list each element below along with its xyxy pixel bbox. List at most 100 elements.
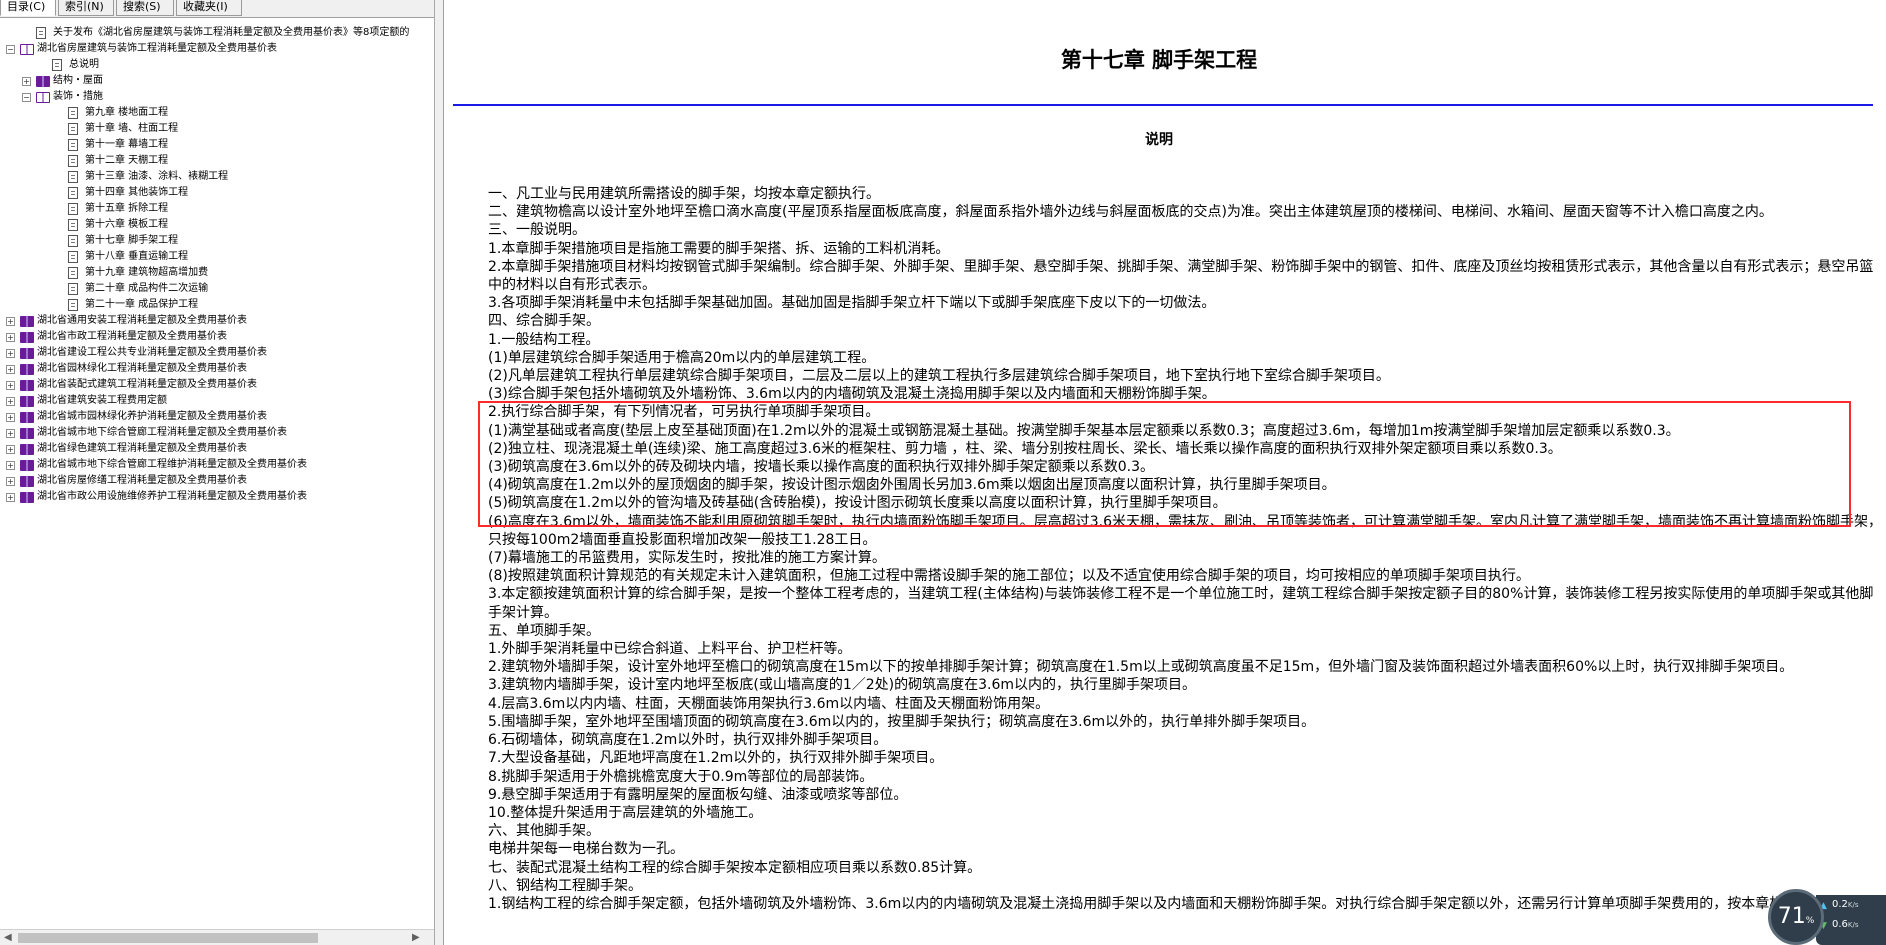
expand-icon[interactable]: +: [6, 365, 15, 374]
expand-icon[interactable]: +: [6, 333, 15, 342]
doc-paragraph: (4)砌筑高度在1.2m以外的屋顶烟囱的脚手架，按设计图示烟囱外围周长另加3.6…: [488, 477, 1336, 494]
tree-item[interactable]: − 湖北省房屋建筑与装饰工程消耗量定额及全费用基价表: [0, 41, 434, 57]
tree-item[interactable]: 第二十一章 成品保护工程: [0, 297, 434, 313]
tree-item[interactable]: 第十九章 建筑物超高增加费: [0, 265, 434, 281]
tree-item[interactable]: 总说明: [0, 57, 434, 73]
document-icon: [52, 59, 62, 71]
tab-3[interactable]: 收藏夹(I): [176, 0, 242, 16]
expand-icon[interactable]: +: [6, 317, 15, 326]
tree-item[interactable]: 第十五章 拆除工程: [0, 201, 434, 217]
expand-icon[interactable]: +: [6, 445, 15, 454]
tab-2[interactable]: 搜索(S): [116, 0, 174, 16]
document-icon: [68, 155, 78, 167]
expand-icon[interactable]: +: [22, 77, 31, 86]
tree-item-label: 湖北省房屋建筑与装饰工程消耗量定额及全费用基价表: [37, 43, 277, 54]
tree-item-label: 结构・屋面: [53, 75, 103, 86]
upload-rate: 0.2K/s: [1832, 899, 1859, 910]
open-book-icon: [20, 44, 34, 55]
document-icon: [68, 107, 78, 119]
tree-item[interactable]: 第十八章 垂直运输工程: [0, 249, 434, 265]
document-icon: [68, 299, 78, 311]
doc-paragraph: 七、装配式混凝土结构工程的综合脚手架按本定额相应项目乘以系数0.85计算。: [488, 859, 982, 876]
expand-icon[interactable]: +: [6, 397, 15, 406]
tree-item[interactable]: + 湖北省绿色建筑工程消耗量定额及全费用基价表: [0, 441, 434, 457]
document-icon: [68, 251, 78, 263]
tree-item[interactable]: + 结构・屋面: [0, 73, 434, 89]
doc-paragraph: (2)凡单层建筑工程执行单层建筑综合脚手架项目，二层及二层以上的建筑工程执行多层…: [488, 368, 1390, 385]
tree-item[interactable]: + 湖北省建设工程公共专业消耗量定额及全费用基价表: [0, 345, 434, 361]
doc-paragraph: (7)幕墙施工的吊篮费用，实际发生时，按批准的施工方案计算。: [488, 550, 886, 567]
scroll-left-icon[interactable]: ◀: [4, 932, 12, 943]
doc-paragraph: 2.本章脚手架措施项目材料均按钢管式脚手架编制。综合脚手架、外脚手架、里脚手架、…: [488, 258, 1874, 294]
tab-1[interactable]: 索引(N): [58, 0, 114, 16]
book-icon: [20, 332, 34, 343]
doc-paragraph: 4.层高3.6m以内内墙、柱面，天棚面装饰用架执行3.6m以内墙、柱面及天棚面粉…: [488, 695, 1050, 712]
document-icon: [68, 283, 78, 295]
speed-panel: ▲ 0.2K/s ▼ 0.6K/s: [1816, 895, 1886, 945]
collapse-icon[interactable]: −: [6, 45, 15, 54]
tree-item[interactable]: + 湖北省城市地下综合管廊工程维护消耗量定额及全费用基价表: [0, 457, 434, 473]
chapter-title: 第十七章 脚手架工程: [1060, 47, 1258, 72]
tree-item[interactable]: 关于发布《湖北省房屋建筑与装饰工程消耗量定额及全费用基价表》等8项定额的: [0, 25, 434, 41]
tree-item[interactable]: + 湖北省房屋修缮工程消耗量定额及全费用基价表: [0, 473, 434, 489]
doc-paragraph: 2.执行综合脚手架，有下列情况者，可另执行单项脚手架项目。: [488, 404, 880, 421]
network-speed-widget[interactable]: ▲ 0.2K/s ▼ 0.6K/s 71%: [1768, 887, 1886, 945]
tree-item-label: 湖北省市政公用设施维修养护工程消耗量定额及全费用基价表: [37, 491, 307, 502]
book-icon: [20, 364, 34, 375]
book-icon: [20, 444, 34, 455]
tree-item[interactable]: + 湖北省建筑安装工程费用定额: [0, 393, 434, 409]
tree-item[interactable]: + 湖北省城市地下综合管廊工程消耗量定额及全费用基价表: [0, 425, 434, 441]
tree-item[interactable]: 第二十章 成品构件二次运输: [0, 281, 434, 297]
tab-0[interactable]: 目录(C): [0, 0, 56, 16]
tree-item[interactable]: − 装饰・措施: [0, 89, 434, 105]
tree-item[interactable]: + 湖北省通用安装工程消耗量定额及全费用基价表: [0, 313, 434, 329]
tree-item[interactable]: + 湖北省装配式建筑工程消耗量定额及全费用基价表: [0, 377, 434, 393]
doc-paragraph: (8)按照建筑面积计算规范的有关规定未计入建筑面积，但施工过程中需搭设脚手架的施…: [488, 568, 1530, 585]
tree-item-label: 关于发布《湖北省房屋建筑与装饰工程消耗量定额及全费用基价表》等8项定额的: [53, 27, 410, 38]
tree-item[interactable]: 第十六章 模板工程: [0, 217, 434, 233]
tree-item[interactable]: 第十一章 幕墙工程: [0, 137, 434, 153]
expand-icon[interactable]: +: [6, 413, 15, 422]
tree-item-label: 第十五章 拆除工程: [85, 203, 169, 214]
scrollbar-thumb[interactable]: [18, 933, 318, 943]
tree-item[interactable]: + 湖北省市政公用设施维修养护工程消耗量定额及全费用基价表: [0, 489, 434, 505]
expand-icon[interactable]: +: [6, 477, 15, 486]
tree-item-label: 湖北省城市园林绿化养护消耗量定额及全费用基价表: [37, 411, 267, 422]
tree-item[interactable]: + 湖北省市政工程消耗量定额及全费用基价表: [0, 329, 434, 345]
collapse-icon[interactable]: −: [22, 93, 31, 102]
doc-paragraph: 1.本章脚手架措施项目是指施工需要的脚手架搭、拆、运输的工料机消耗。: [488, 240, 950, 257]
tree-item[interactable]: 第十三章 油漆、涂料、裱糊工程: [0, 169, 434, 185]
expand-icon[interactable]: +: [6, 381, 15, 390]
tree-item-label: 第十一章 幕墙工程: [85, 139, 169, 150]
tree-item-label: 第二十章 成品构件二次运输: [85, 283, 209, 294]
doc-paragraph: 5.围墙脚手架，室外地坪至围墙顶面的砌筑高度在3.6m以内的，按里脚手架执行；砌…: [488, 713, 1316, 730]
contents-tree: 关于发布《湖北省房屋建筑与装饰工程消耗量定额及全费用基价表》等8项定额的 − 湖北省…: [0, 25, 434, 923]
doc-paragraph: 9.悬空脚手架适用于有露明屋架的屋面板勾缝、油漆或喷浆等部位。: [488, 786, 908, 803]
tree-item[interactable]: + 湖北省园林绿化工程消耗量定额及全费用基价表: [0, 361, 434, 377]
doc-paragraph: (2)独立柱、现浇混凝土单(连续)梁、施工高度超过3.6米的框架柱、剪力墙 ，柱…: [488, 440, 1562, 457]
doc-paragraph: 八、钢结构工程脚手架。: [488, 877, 642, 894]
doc-paragraph: 五、单项脚手架。: [488, 622, 600, 639]
tree-horizontal-scrollbar[interactable]: ◀ ▶: [0, 929, 434, 945]
book-icon: [20, 380, 34, 391]
doc-paragraph: 二、建筑物檐高以设计室外地坪至檐口滴水高度(平屋顶系指屋面板底高度，斜屋面系指外…: [488, 204, 1773, 221]
tree-item-label: 总说明: [69, 59, 99, 70]
document-icon: [68, 171, 78, 183]
document-icon: [68, 267, 78, 279]
tree-item[interactable]: 第十二章 天棚工程: [0, 153, 434, 169]
expand-icon[interactable]: +: [6, 349, 15, 358]
scroll-right-icon[interactable]: ▶: [412, 932, 420, 943]
memory-usage-circle[interactable]: 71%: [1768, 889, 1824, 945]
tree-item[interactable]: + 湖北省城市园林绿化养护消耗量定额及全费用基价表: [0, 409, 434, 425]
expand-icon[interactable]: +: [6, 461, 15, 470]
pane-splitter[interactable]: [435, 0, 444, 945]
tree-item-label: 第十七章 脚手架工程: [85, 235, 179, 246]
tree-item-label: 第十三章 油漆、涂料、裱糊工程: [85, 171, 229, 182]
tree-item[interactable]: 第九章 楼地面工程: [0, 105, 434, 121]
expand-icon[interactable]: +: [6, 429, 15, 438]
tree-item[interactable]: 第十七章 脚手架工程: [0, 233, 434, 249]
expand-icon[interactable]: +: [6, 493, 15, 502]
tree-item[interactable]: 第十四章 其他装饰工程: [0, 185, 434, 201]
doc-paragraph: 1.外脚手架消耗量中已综合斜道、上料平台、护卫栏杆等。: [488, 641, 852, 658]
tree-item[interactable]: 第十章 墙、柱面工程: [0, 121, 434, 137]
